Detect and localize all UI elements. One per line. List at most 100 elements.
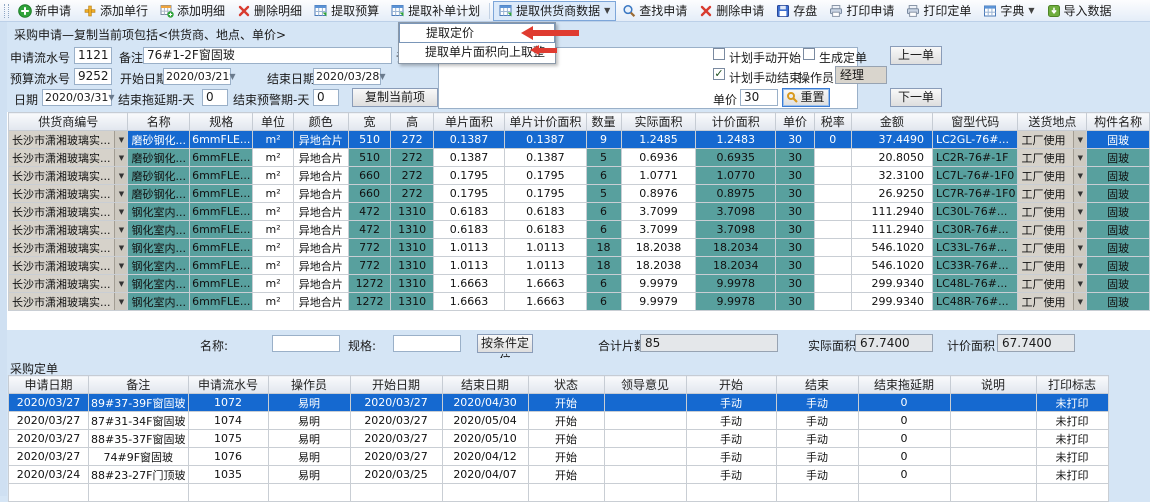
- combo-arrow-icon[interactable]: ▼: [1073, 149, 1086, 166]
- new-request-button[interactable]: 新申请: [12, 1, 77, 21]
- column-header[interactable]: 高: [391, 113, 434, 131]
- table-row[interactable]: 长沙市潇湘玻璃实...▼磨砂钢化...6mmFLE...m²异地合片510272…: [9, 149, 1150, 167]
- combo-cell[interactable]: 工厂使用▼: [1018, 293, 1087, 311]
- chevron-down-icon[interactable]: ▼: [379, 72, 385, 81]
- combo-cell[interactable]: 工厂使用▼: [1018, 221, 1087, 239]
- combo-cell[interactable]: 长沙市潇湘玻璃实...▼: [9, 239, 128, 257]
- spec-filter-input[interactable]: [393, 335, 461, 352]
- combo-cell[interactable]: 工厂使用▼: [1018, 203, 1087, 221]
- budget-no-field[interactable]: 9252: [74, 68, 112, 85]
- date-picker[interactable]: 2020/03/31▼: [42, 89, 112, 106]
- table-row[interactable]: 2020/03/2789#37-39F窗固玻1072易明2020/03/2720…: [9, 394, 1109, 412]
- combo-cell[interactable]: 工厂使用▼: [1018, 131, 1087, 149]
- operator-field[interactable]: 经理: [835, 66, 887, 84]
- column-header[interactable]: 数量: [586, 113, 621, 131]
- combo-cell[interactable]: 长沙市潇湘玻璃实...▼: [9, 149, 128, 167]
- column-header[interactable]: 颜色: [293, 113, 348, 131]
- prev-order-button[interactable]: 上一单: [890, 46, 942, 65]
- column-header[interactable]: 申请流水号: [188, 376, 268, 394]
- column-header[interactable]: 说明: [950, 376, 1036, 394]
- combo-arrow-icon[interactable]: ▼: [1073, 275, 1086, 292]
- table-row[interactable]: 2020/03/2788#35-37F窗固玻1075易明2020/03/2720…: [9, 430, 1109, 448]
- combo-cell[interactable]: 长沙市潇湘玻璃实...▼: [9, 293, 128, 311]
- column-header[interactable]: 规格: [190, 113, 253, 131]
- column-header[interactable]: 结束日期: [442, 376, 528, 394]
- combo-cell[interactable]: 长沙市潇湘玻璃实...▼: [9, 167, 128, 185]
- combo-cell[interactable]: 工厂使用▼: [1018, 149, 1087, 167]
- column-header[interactable]: 领导意见: [604, 376, 686, 394]
- reset-button[interactable]: 重置: [782, 88, 830, 107]
- table-row[interactable]: 长沙市潇湘玻璃实...▼钢化室内...6mmFLE...m²异地合片772131…: [9, 239, 1150, 257]
- gen-order-checkbox[interactable]: [803, 48, 815, 60]
- combo-cell[interactable]: 工厂使用▼: [1018, 275, 1087, 293]
- column-header[interactable]: 单片面积: [433, 113, 504, 131]
- chevron-down-icon[interactable]: ▼: [229, 72, 235, 81]
- combo-arrow-icon[interactable]: ▼: [1073, 221, 1086, 238]
- chevron-down-icon[interactable]: ▼: [108, 93, 114, 102]
- combo-cell[interactable]: 长沙市潇湘玻璃实...▼: [9, 185, 128, 203]
- combo-arrow-icon[interactable]: ▼: [114, 131, 127, 148]
- table-row[interactable]: [9, 484, 1109, 502]
- column-header[interactable]: 备注: [89, 376, 189, 394]
- table-row[interactable]: 长沙市潇湘玻璃实...▼磨砂钢化...6mmFLE...m²异地合片660272…: [9, 167, 1150, 185]
- combo-arrow-icon[interactable]: ▼: [1073, 257, 1086, 274]
- column-header[interactable]: 窗型代码: [933, 113, 1018, 131]
- warn-field[interactable]: 0: [313, 89, 339, 106]
- column-header[interactable]: 单位: [253, 113, 293, 131]
- unit-price-field[interactable]: 30: [740, 89, 778, 106]
- table-row[interactable]: 长沙市潇湘玻璃实...▼钢化室内...6mmFLE...m²异地合片772131…: [9, 257, 1150, 275]
- table-row[interactable]: 2020/03/2488#23-27F门顶玻1035易明2020/03/2520…: [9, 466, 1109, 484]
- name-filter-input[interactable]: [272, 335, 340, 352]
- locate-button[interactable]: 按条件定位: [477, 334, 533, 353]
- column-header[interactable]: 实际面积: [621, 113, 696, 131]
- extract-supplier-data-button[interactable]: 提取供货商数据▼: [493, 1, 616, 21]
- combo-cell[interactable]: 工厂使用▼: [1018, 167, 1087, 185]
- table-row[interactable]: 2020/03/2787#31-34F窗固玻1074易明2020/03/2720…: [9, 412, 1109, 430]
- delay-field[interactable]: 0: [202, 89, 228, 106]
- column-header[interactable]: 名称: [128, 113, 190, 131]
- table-row[interactable]: 2020/03/2774#9F窗固玻1076易明2020/03/272020/0…: [9, 448, 1109, 466]
- print-order-button[interactable]: 打印定单: [900, 1, 977, 21]
- combo-arrow-icon[interactable]: ▼: [1073, 203, 1086, 220]
- combo-arrow-icon[interactable]: ▼: [114, 221, 127, 238]
- combo-arrow-icon[interactable]: ▼: [114, 149, 127, 166]
- column-header[interactable]: 申请日期: [9, 376, 89, 394]
- combo-arrow-icon[interactable]: ▼: [1073, 185, 1086, 202]
- end-date-picker[interactable]: 2020/03/28▼: [313, 68, 381, 85]
- request-no-field[interactable]: 1121: [74, 47, 112, 64]
- table-row[interactable]: 长沙市潇湘玻璃实...▼钢化室内...6mmFLE...m²异地合片472131…: [9, 203, 1150, 221]
- column-header[interactable]: 供货商编号: [9, 113, 128, 131]
- manual-end-checkbox[interactable]: ✓: [713, 68, 725, 80]
- combo-cell[interactable]: 长沙市潇湘玻璃实...▼: [9, 257, 128, 275]
- column-header[interactable]: 状态: [528, 376, 604, 394]
- combo-arrow-icon[interactable]: ▼: [114, 257, 127, 274]
- combo-arrow-icon[interactable]: ▼: [114, 185, 127, 202]
- column-header[interactable]: 打印标志: [1036, 376, 1108, 394]
- combo-arrow-icon[interactable]: ▼: [114, 167, 127, 184]
- column-header[interactable]: 开始日期: [350, 376, 442, 394]
- delete-detail-button[interactable]: 删除明细: [231, 1, 308, 21]
- copy-current-button[interactable]: 复制当前项: [352, 88, 438, 107]
- column-header[interactable]: 计价面积: [696, 113, 776, 131]
- start-date-picker[interactable]: 2020/03/21▼: [163, 68, 231, 85]
- delete-request-button[interactable]: 删除申请: [693, 1, 770, 21]
- column-header[interactable]: 税率: [814, 113, 851, 131]
- column-header[interactable]: 宽: [348, 113, 391, 131]
- column-header[interactable]: 送货地点: [1018, 113, 1087, 131]
- print-request-button[interactable]: 打印申请: [823, 1, 900, 21]
- add-row-button[interactable]: 添加单行: [77, 1, 154, 21]
- save-button[interactable]: 存盘: [770, 1, 823, 21]
- combo-cell[interactable]: 长沙市潇湘玻璃实...▼: [9, 203, 128, 221]
- column-header[interactable]: 结束: [776, 376, 858, 394]
- column-header[interactable]: 单价: [776, 113, 815, 131]
- combo-arrow-icon[interactable]: ▼: [114, 239, 127, 256]
- combo-cell[interactable]: 长沙市潇湘玻璃实...▼: [9, 275, 128, 293]
- table-row[interactable]: 长沙市潇湘玻璃实...▼钢化室内...6mmFLE...m²异地合片127213…: [9, 293, 1150, 311]
- import-data-button[interactable]: 导入数据: [1041, 1, 1118, 21]
- column-header[interactable]: 单片计价面积: [505, 113, 586, 131]
- dictionary-button[interactable]: 字典▼: [977, 1, 1040, 21]
- column-header[interactable]: 构件名称: [1087, 113, 1150, 131]
- manual-start-checkbox[interactable]: [713, 48, 725, 60]
- combo-arrow-icon[interactable]: ▼: [1073, 131, 1086, 148]
- combo-arrow-icon[interactable]: ▼: [1073, 167, 1086, 184]
